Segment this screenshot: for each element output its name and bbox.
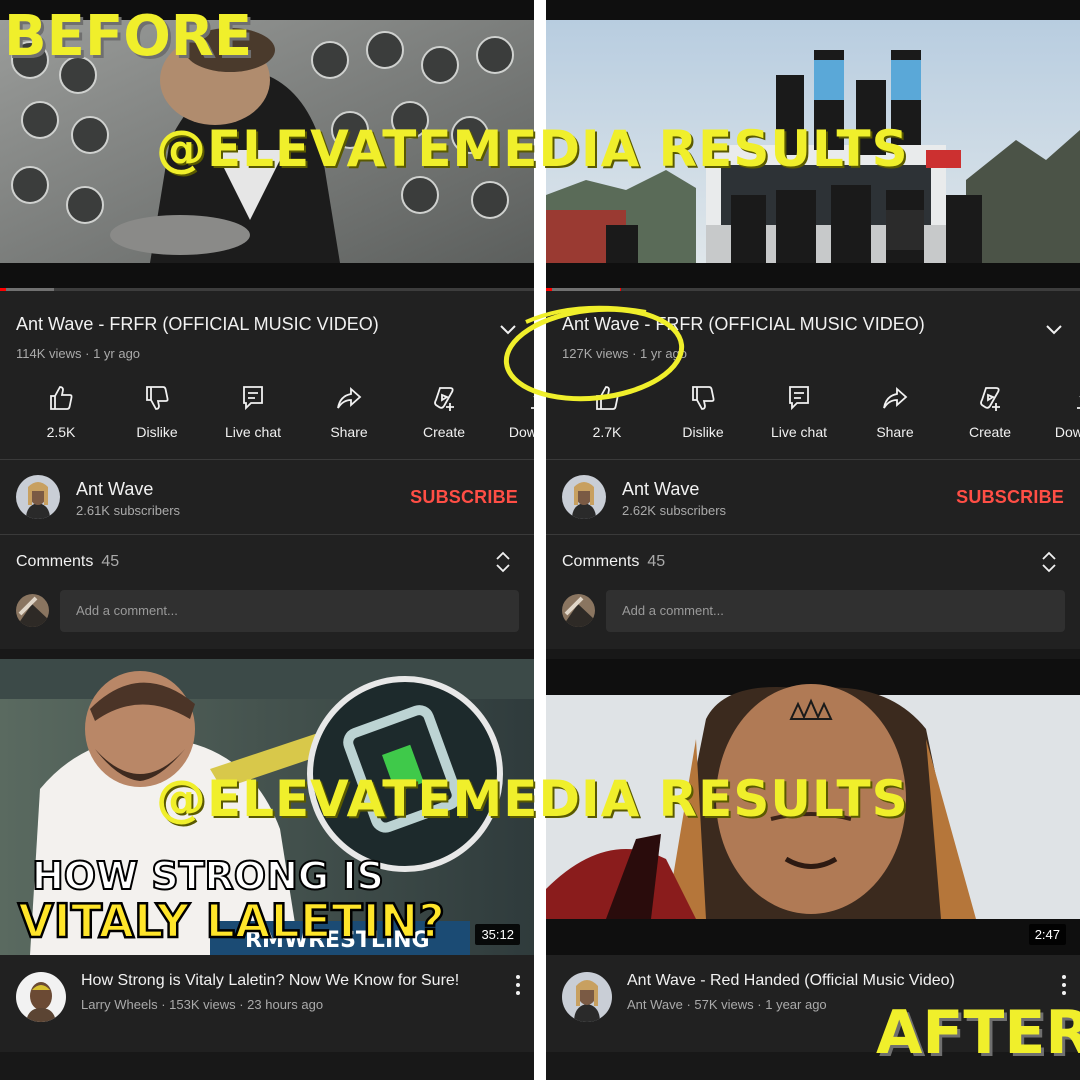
like-button[interactable]: 2.5K [21,384,101,446]
next-video-title[interactable]: Ant Wave - Red Handed (Official Music Vi… [627,972,955,990]
dislike-button[interactable]: Dislike [117,384,197,446]
next-video-meta: Larry Wheels · 153K views · 23 hours ago [81,997,324,1012]
like-count: 2.5K [46,424,76,440]
share-button[interactable]: Share [309,384,389,446]
channel-avatar[interactable] [562,972,612,1022]
create-label: Create [968,424,1012,440]
video-title: Ant Wave - FRFR (OFFICIAL MUSIC VIDEO) [16,314,379,334]
subscribe-button[interactable]: SUBSCRIBE [956,487,1064,508]
share-label: Share [876,424,914,440]
thumbnail-text-line2: VITALY LALETIN? [18,894,445,948]
dislike-label: Dislike [136,424,178,440]
duration-badge: 35:12 [475,924,520,945]
live-chat-label: Live chat [770,424,828,440]
comments-header[interactable]: Comments 45 [16,553,119,571]
progress-bar[interactable] [546,288,1080,291]
chat-icon [243,386,263,411]
comment-input[interactable]: Add a comment... [606,590,1065,632]
live-chat-label: Live chat [224,424,282,440]
channel-avatar[interactable] [562,475,606,519]
channel-name[interactable]: Ant Wave [622,479,699,500]
user-avatar [16,594,49,627]
thumbnail-text-line1: HOW STRONG IS [32,854,384,898]
highlight-circle [503,305,685,402]
live-chat-button[interactable]: Live chat [759,384,839,446]
create-button[interactable]: Create [404,384,484,446]
thumbs-down-icon [692,386,715,410]
live-chat-button[interactable]: Live chat [213,384,293,446]
comments-label: Comments [562,553,640,570]
action-bar: 2.5K Dislike Live chat Share Create Down… [0,384,534,446]
download-label: Download [508,424,534,440]
thumbs-down-icon [146,386,169,410]
subscriber-count: 2.61K subscribers [76,503,181,518]
before-label: BEFORE [4,4,253,69]
create-label: Create [422,424,466,440]
status-bar [546,0,1080,20]
comments-count: 45 [647,553,666,570]
watermark-top: @ELEVATEMEDIA RESULTS [156,120,909,178]
channel-avatar[interactable] [16,475,60,519]
duration-badge: 2:47 [1028,924,1066,945]
chevron-down-icon[interactable] [1044,320,1064,340]
expand-collapse-icon[interactable] [1040,550,1058,574]
share-icon [883,386,908,409]
more-options-icon[interactable] [514,974,522,996]
next-video-title[interactable]: How Strong is Vitaly Laletin? Now We Kno… [81,972,459,990]
comments-header[interactable]: Comments 45 [562,553,665,571]
share-label: Share [330,424,368,440]
next-video-meta: Ant Wave · 57K views · 1 year ago [627,997,827,1012]
download-button[interactable]: Download [1046,384,1080,446]
share-icon [337,386,362,409]
expand-collapse-icon[interactable] [494,550,512,574]
user-avatar [562,594,595,627]
more-options-icon[interactable] [1060,974,1068,996]
create-button[interactable]: Create [950,384,1030,446]
video-meta: 114K views · 1 yr ago [16,346,141,361]
comment-input[interactable]: Add a comment... [60,590,519,632]
thumbs-up-icon [50,386,73,410]
download-label: Download [1054,424,1080,440]
channel-avatar[interactable] [16,972,66,1022]
chat-icon [789,386,809,411]
comments-count: 45 [101,553,120,570]
create-icon [980,387,1000,411]
download-icon [1077,396,1080,409]
like-count: 2.7K [592,424,622,440]
comments-label: Comments [16,553,94,570]
subscriber-count: 2.62K subscribers [622,503,727,518]
subscribe-button[interactable]: SUBSCRIBE [410,487,518,508]
watermark-bottom: @ELEVATEMEDIA RESULTS [156,770,909,828]
after-label: AFTER [876,998,1080,1068]
channel-name[interactable]: Ant Wave [76,479,153,500]
dislike-label: Dislike [682,424,724,440]
create-icon [434,387,454,411]
progress-bar[interactable] [0,288,534,291]
share-button[interactable]: Share [855,384,935,446]
